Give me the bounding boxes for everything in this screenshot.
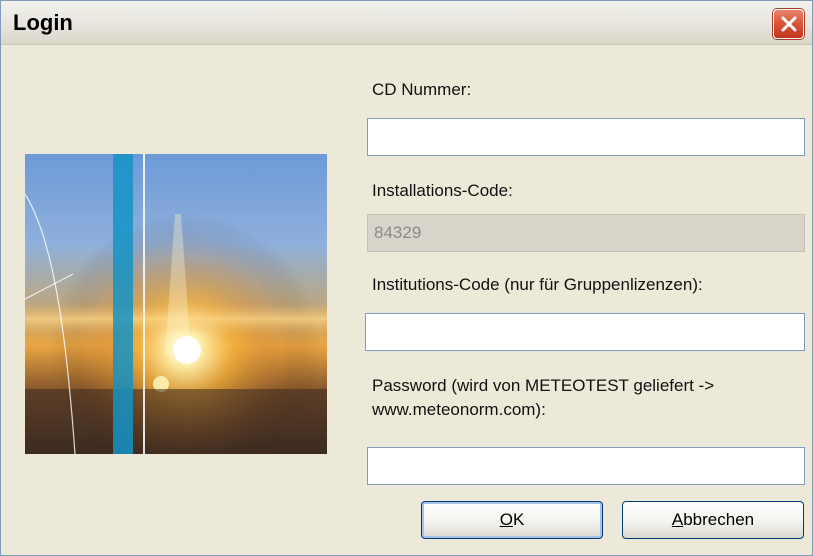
cancel-label-rest: bbrechen [683,510,755,529]
ok-button[interactable]: OK [421,501,603,539]
institution-code-label: Institutions-Code (nur für Gruppenlizenz… [372,275,703,294]
title-bar[interactable]: Login [1,1,812,45]
sunset-illustration [25,154,327,454]
login-dialog: Login CD Nummer: Installations-Code: 843… [0,0,813,556]
cancel-button[interactable]: Abbrechen [622,501,804,539]
institution-code-field[interactable] [365,313,805,351]
installation-code-label: Installations-Code: [372,181,513,200]
window-title: Login [13,10,73,35]
ok-label-rest: K [512,510,525,529]
close-button[interactable] [773,9,804,39]
close-icon [781,16,796,32]
installation-code-field[interactable] [367,214,805,252]
cd-number-field[interactable] [367,118,805,156]
ok-mnemonic: O [499,510,513,529]
password-field[interactable] [367,447,805,485]
sunset-image [25,154,327,454]
cancel-mnemonic: A [671,510,684,529]
cd-number-label: CD Nummer: [372,80,472,99]
password-label: Password (wird von METEOTEST geliefert -… [372,376,715,419]
